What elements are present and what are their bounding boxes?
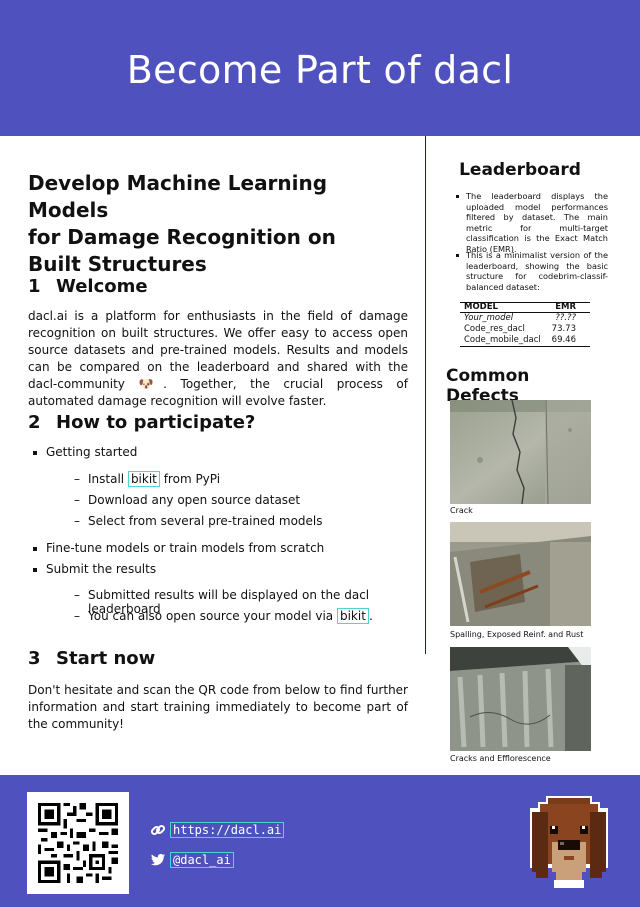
list-item-install-bikit: – Install bikit from PyPi (74, 471, 221, 487)
spalling-caption: Spalling, Exposed Reinf. and Rust (450, 630, 584, 639)
bikit-link[interactable]: bikit (127, 471, 160, 487)
table-row: Code_res_dacl 73.73 (464, 324, 576, 334)
efflorescence-caption: Cracks and Efflorescence (450, 754, 551, 763)
qr-code[interactable] (27, 792, 129, 894)
efflorescence-photo (450, 647, 591, 751)
start-now-paragraph: Don't hesitate and scan the QR code from… (28, 683, 408, 731)
twitter-icon (150, 852, 166, 868)
list-item-fine-tune: Fine-tune models or train models from sc… (32, 541, 325, 555)
list-item-open-source-model: – You can also open source your model via… (74, 608, 373, 624)
list-item-download-dataset: – Download any open source dataset (74, 493, 301, 507)
leaderboard-description: The leaderboard displays the uploaded mo… (456, 191, 608, 254)
website-link[interactable]: https://dacl.ai (150, 822, 285, 838)
welcome-paragraph: dacl.ai is a platform for enthusiasts in… (28, 309, 408, 408)
list-item-select-models: – Select from several pre-trained models (74, 514, 323, 528)
section-participate-title: 2 How to participate? (28, 412, 256, 433)
leaderboard-note: This is a minimalist version of the lead… (456, 250, 608, 292)
section-welcome-title: 1 Welcome (28, 276, 148, 297)
leaderboard-title: Leaderboard (459, 160, 581, 180)
bikit-link-2[interactable]: bikit (336, 608, 369, 624)
column-divider (425, 136, 426, 654)
dog-mascot-icon (528, 796, 610, 890)
footer-banner: https://dacl.ai @dacl_ai (0, 775, 640, 907)
section-start-now-title: 3 Start now (28, 648, 156, 669)
list-item-submit: Submit the results (32, 562, 157, 576)
twitter-link[interactable]: @dacl_ai (150, 852, 234, 868)
table-row: Code_mobile_dacl 69.46 (464, 335, 576, 345)
poster-subtitle: Develop Machine Learning Models for Dama… (28, 171, 336, 276)
crack-caption: Crack (450, 506, 473, 515)
header-banner: Become Part of dacl (0, 0, 640, 136)
link-icon (150, 822, 166, 838)
page-title: Become Part of dacl (126, 48, 514, 92)
list-item-getting-started: Getting started (32, 445, 138, 459)
crack-photo (450, 400, 591, 504)
spalling-photo (450, 522, 591, 626)
table-row: Your_model ??.?? (464, 313, 576, 323)
